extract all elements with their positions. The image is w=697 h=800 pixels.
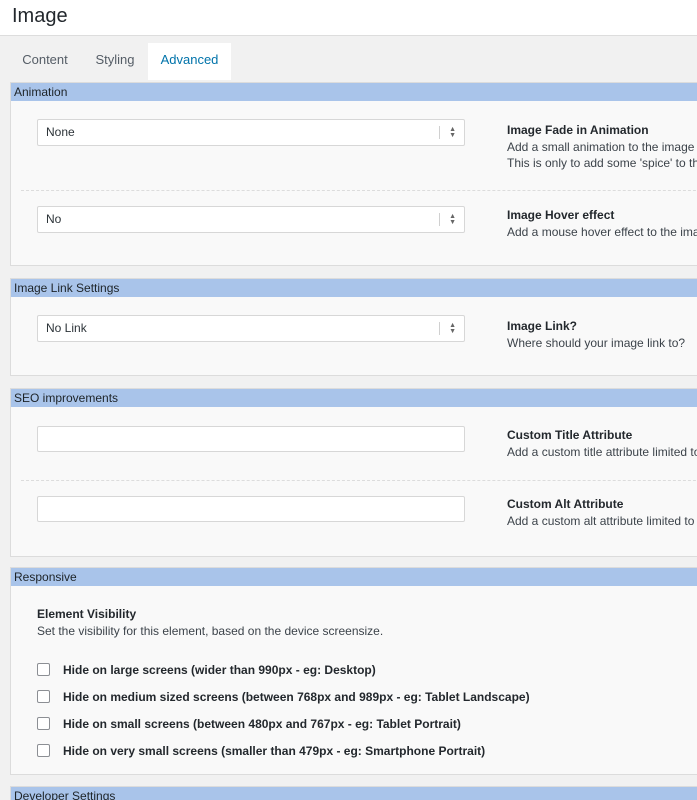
seo-section-header: SEO improvements xyxy=(11,389,697,407)
select-arrows-icon: ▲ ▼ xyxy=(449,212,456,226)
image-link-label: Image Link? xyxy=(507,319,578,333)
window-title: Image xyxy=(12,5,68,27)
hide-small-label[interactable]: Hide on small screens (between 480px and… xyxy=(63,716,461,732)
custom-title-row: Custom Title Attribute Add a custom titl… xyxy=(11,407,697,479)
tab-advanced[interactable]: Advanced xyxy=(148,43,231,80)
tab-bar: Content Styling Advanced xyxy=(0,36,697,80)
tab-content[interactable]: Content xyxy=(12,43,78,80)
developer-settings-section: Developer Settings xyxy=(10,786,697,800)
animation-section: Animation None ▲ ▼ Image Fade in Animatio… xyxy=(10,82,697,266)
element-visibility-desc: Set the visibility for this element, bas… xyxy=(37,624,384,638)
custom-alt-desc: Add a custom alt attribute limited to xyxy=(507,514,695,528)
custom-alt-row: Custom Alt Attribute Add a custom alt at… xyxy=(11,481,697,558)
select-arrows-icon: ▲ ▼ xyxy=(449,321,456,335)
responsive-section-header: Responsive xyxy=(11,568,697,586)
hover-effect-select[interactable]: No ▲ ▼ xyxy=(37,206,465,233)
image-link-desc: Where should your image link to? xyxy=(507,336,686,350)
title-bar: Image xyxy=(0,0,697,36)
hide-small-checkbox[interactable] xyxy=(37,717,50,730)
image-link-select[interactable]: No Link ▲ ▼ xyxy=(37,315,465,342)
custom-title-desc: Add a custom title attribute limited to xyxy=(507,445,697,459)
element-visibility-label: Element Visibility xyxy=(37,607,137,621)
hide-very-small-label[interactable]: Hide on very small screens (smaller than… xyxy=(63,743,485,759)
image-link-row: No Link ▲ ▼ Image Link? Where should your… xyxy=(11,297,697,377)
hide-large-checkbox[interactable] xyxy=(37,663,50,676)
page: Image Content Styling Advanced Animation… xyxy=(0,0,697,800)
settings-panel: Animation None ▲ ▼ Image Fade in Animatio… xyxy=(0,80,697,800)
hover-effect-label: Image Hover effect xyxy=(507,208,615,222)
image-link-section-header: Image Link Settings xyxy=(11,279,697,297)
animation-section-header: Animation xyxy=(11,83,697,101)
tab-styling[interactable]: Styling xyxy=(82,43,148,80)
custom-title-input[interactable] xyxy=(37,426,465,452)
custom-title-label: Custom Title Attribute xyxy=(507,428,633,442)
fade-animation-desc-line1: Add a small animation to the image w xyxy=(507,140,697,154)
select-arrows-icon: ▲ ▼ xyxy=(449,125,456,139)
hide-medium-label[interactable]: Hide on medium sized screens (between 76… xyxy=(63,689,530,705)
developer-settings-header: Developer Settings xyxy=(11,787,697,800)
image-link-section: Image Link Settings No Link ▲ ▼ Image Lin… xyxy=(10,278,697,376)
hide-large-label[interactable]: Hide on large screens (wider than 990px … xyxy=(63,662,376,678)
hide-very-small-checkbox[interactable] xyxy=(37,744,50,757)
hide-medium-checkbox[interactable] xyxy=(37,690,50,703)
fade-animation-select[interactable]: None ▲ ▼ xyxy=(37,119,465,146)
responsive-section: Responsive Element Visibility Set the vi… xyxy=(10,567,697,775)
hover-effect-desc: Add a mouse hover effect to the ima xyxy=(507,225,697,239)
fade-animation-desc-line2: This is only to add some 'spice' to th xyxy=(507,156,697,170)
fade-animation-value: None xyxy=(46,125,75,139)
hover-effect-value: No xyxy=(46,212,62,226)
image-link-value: No Link xyxy=(46,321,87,335)
custom-alt-input[interactable] xyxy=(37,496,465,522)
hover-effect-row: No ▲ ▼ Image Hover effect Add a mouse hov… xyxy=(11,191,697,267)
seo-section: SEO improvements Custom Title Attribute … xyxy=(10,388,697,557)
fade-animation-label: Image Fade in Animation xyxy=(507,123,649,137)
custom-alt-label: Custom Alt Attribute xyxy=(507,497,624,511)
fade-animation-row: None ▲ ▼ Image Fade in Animation Add a sm… xyxy=(11,101,697,187)
